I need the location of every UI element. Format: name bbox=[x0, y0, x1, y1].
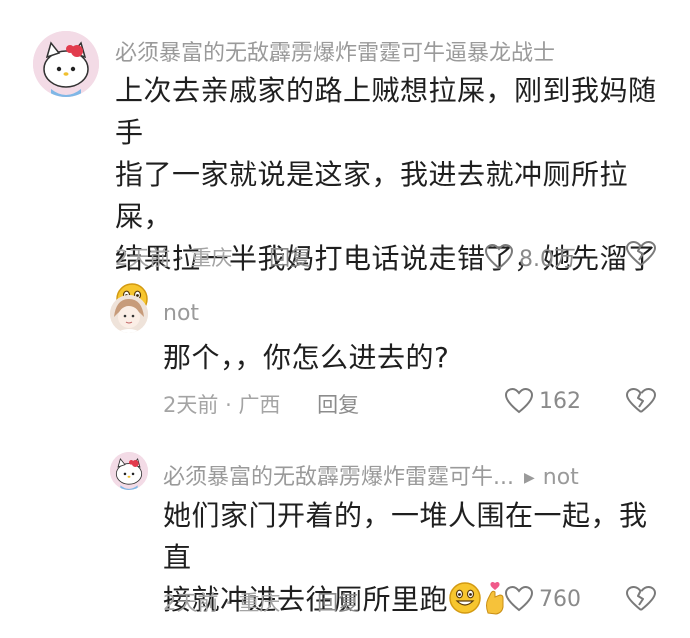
like-button[interactable]: 760 bbox=[505, 586, 581, 612]
comment-line: 那个，，你怎么进去的? bbox=[163, 341, 450, 374]
location: 广西 bbox=[238, 393, 281, 417]
username[interactable]: not bbox=[163, 301, 199, 326]
broken-heart-icon bbox=[626, 388, 656, 414]
hello-kitty-avatar[interactable] bbox=[110, 452, 148, 490]
comment-meta: 2天前 · 广西 回复 bbox=[163, 389, 359, 419]
reply-button[interactable]: 回复 bbox=[317, 591, 359, 615]
comment-line: 指了一家就说是这家，我进去就冲厕所拉屎， bbox=[115, 158, 629, 233]
comment-line: 她们家门开着的，一堆人围在一起，我直 bbox=[163, 499, 648, 574]
timestamp: 2天前 bbox=[115, 246, 171, 270]
reply-button[interactable]: 回复 bbox=[317, 393, 359, 417]
play-arrow-icon: ▶ bbox=[523, 470, 535, 486]
comment-text: 那个，，你怎么进去的? bbox=[163, 337, 663, 379]
comment-meta: 2天前 · 重庆 回复 bbox=[163, 587, 359, 617]
location: 重庆 bbox=[190, 246, 233, 270]
like-count: 162 bbox=[539, 388, 581, 414]
like-count: 760 bbox=[539, 586, 581, 612]
username-row: 必须暴富的无敌霹雳爆炸雷霆可牛... ▶ not bbox=[163, 459, 663, 491]
dislike-button[interactable] bbox=[626, 586, 656, 612]
heart-icon bbox=[505, 586, 533, 612]
separator: · bbox=[225, 393, 232, 417]
dislike-button[interactable] bbox=[626, 388, 656, 414]
heart-icon bbox=[505, 388, 533, 414]
reply-to-username[interactable]: not bbox=[543, 465, 579, 490]
separator: · bbox=[225, 591, 232, 615]
like-count: 8.0万 bbox=[519, 247, 576, 272]
separator: · bbox=[177, 246, 184, 270]
timestamp: 2天前 bbox=[163, 393, 219, 417]
grinning-face-emoji bbox=[448, 581, 482, 627]
comment-text: 上次去亲戚家的路上贼想拉屎，刚到我妈随手 指了一家就说是这家，我进去就冲厕所拉屎… bbox=[115, 70, 675, 328]
reply-button[interactable]: 回复 bbox=[269, 246, 311, 270]
heart-icon bbox=[485, 244, 513, 270]
hello-kitty-avatar[interactable] bbox=[33, 31, 99, 97]
broken-heart-icon bbox=[626, 241, 656, 267]
timestamp: 2天前 bbox=[163, 591, 219, 615]
username[interactable]: 必须暴富的无敌霹雳爆炸雷霆可牛... bbox=[163, 465, 514, 490]
girl-avatar[interactable] bbox=[110, 295, 148, 333]
comment-meta: 2天前 · 重庆 回复 bbox=[115, 242, 311, 272]
username[interactable]: 必须暴富的无敌霹雳爆炸雷霆可牛逼暴龙战士 bbox=[115, 35, 675, 67]
broken-heart-icon bbox=[626, 586, 656, 612]
comment-line: 上次去亲戚家的路上贼想拉屎，刚到我妈随手 bbox=[115, 74, 657, 149]
location: 重庆 bbox=[238, 591, 281, 615]
like-button[interactable]: 8.0万 bbox=[485, 241, 576, 273]
like-button[interactable]: 162 bbox=[505, 388, 581, 414]
dislike-button[interactable] bbox=[626, 241, 656, 267]
